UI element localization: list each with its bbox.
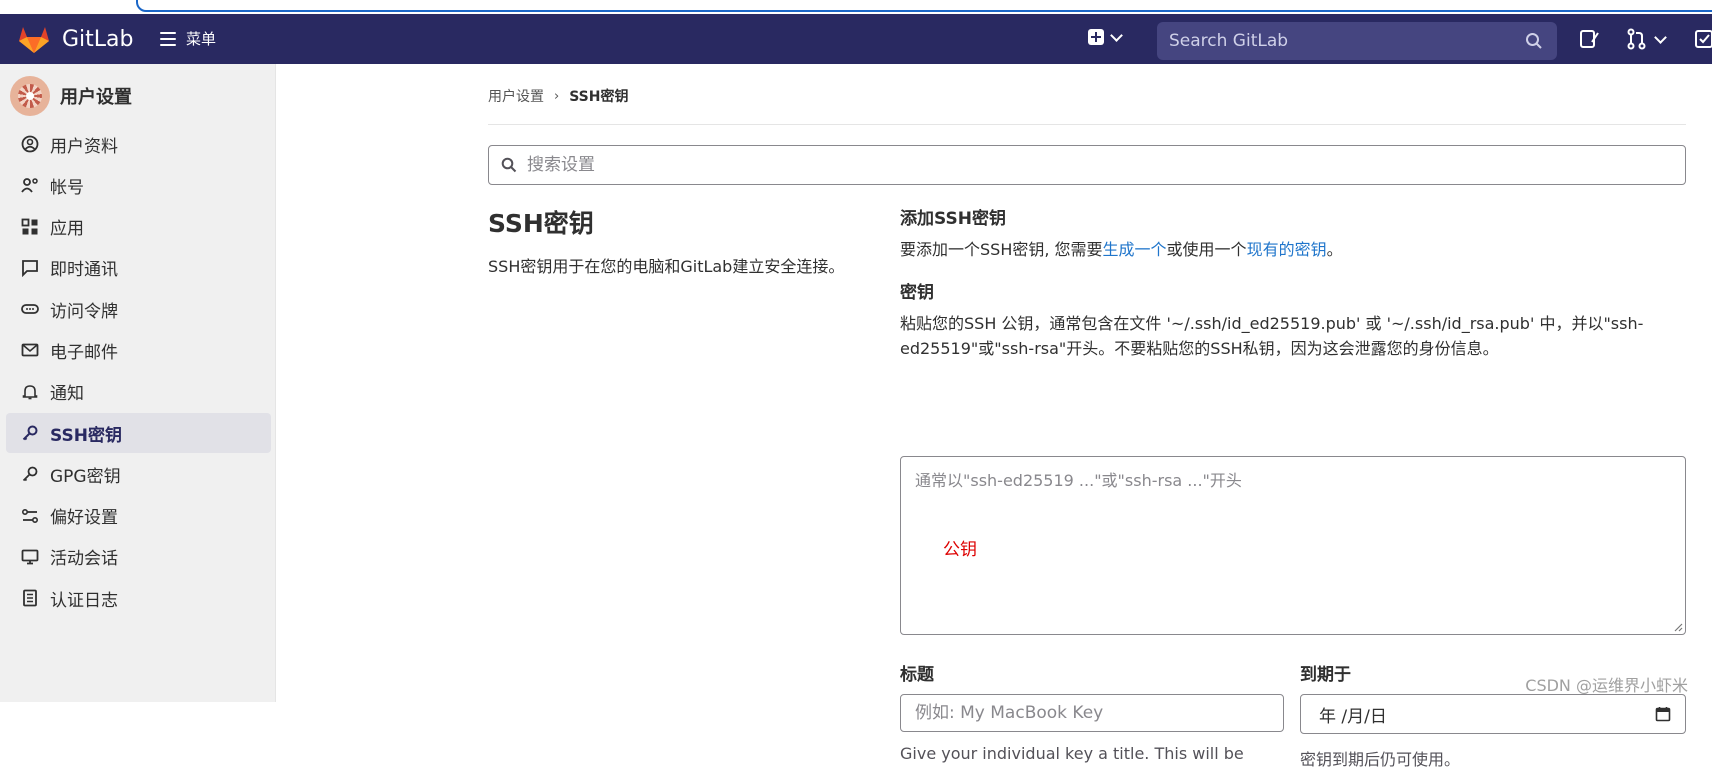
todo-icon [1695, 30, 1712, 48]
key-icon [20, 464, 40, 484]
generate-key-link[interactable]: 生成一个 [1103, 240, 1167, 259]
menu-button[interactable]: 菜单 [160, 28, 216, 49]
sidebar-item-applications[interactable]: 应用 [6, 207, 271, 247]
chevron-down-icon [1110, 28, 1123, 42]
url-field-outline[interactable] [136, 0, 1712, 12]
account-icon [20, 175, 40, 195]
preferences-icon [20, 506, 40, 526]
expires-date-value: 年 /月/日 [1319, 706, 1387, 727]
public-key-annotation: 公钥 [943, 540, 977, 560]
token-icon [20, 299, 40, 319]
menu-label: 菜单 [186, 30, 217, 48]
navbar-search-placeholder: Search GitLab [1169, 31, 1289, 51]
sidebar-item-label: 应用 [50, 219, 84, 240]
issues-button[interactable] [1578, 28, 1600, 50]
sidebar-item-chat[interactable]: 即时通讯 [6, 248, 271, 288]
mail-icon [20, 340, 40, 360]
breadcrumb-parent[interactable]: 用户设置 [488, 86, 544, 106]
monitor-icon [20, 547, 40, 567]
sidebar-item-label: SSH密钥 [50, 425, 122, 446]
search-icon [1526, 33, 1542, 49]
chat-icon [20, 258, 40, 278]
page-description: SSH密钥用于在您的电脑和GitLab建立安全连接。 [488, 257, 845, 276]
instructions-text: 。 [1326, 240, 1343, 259]
brand-name: GitLab [62, 26, 134, 52]
calendar-icon[interactable] [1655, 706, 1671, 722]
sidebar-item-label: 即时通讯 [50, 260, 118, 281]
page-title: SSH密钥 [488, 209, 594, 238]
sidebar-item-gpg-keys[interactable]: GPG密钥 [6, 454, 271, 494]
merge-request-icon [1627, 28, 1646, 50]
merge-requests-button[interactable] [1626, 28, 1667, 50]
chevron-down-icon [1654, 30, 1667, 44]
breadcrumb-current[interactable]: SSH密钥 [569, 86, 628, 106]
title-input[interactable] [900, 694, 1284, 732]
hamburger-icon [160, 31, 176, 46]
bell-icon [20, 382, 40, 402]
sidebar-title: 用户设置 [60, 87, 132, 108]
brand[interactable]: GitLab [18, 24, 134, 54]
key-help-text: 粘贴您的SSH 公钥，通常包含在文件 '~/.ssh/id_ed25519.pu… [900, 314, 1644, 358]
breadcrumb: 用户设置 › SSH密钥 [488, 86, 628, 106]
sidebar-item-label: GPG密钥 [50, 466, 121, 487]
browser-url-bar[interactable] [0, 0, 1712, 14]
sidebar-item-label: 帐号 [50, 177, 84, 198]
title-help-text: Give your individual key a title. This w… [900, 744, 1244, 763]
sidebar-item-access-tokens[interactable]: 访问令牌 [6, 289, 271, 329]
add-key-heading: 添加SSH密钥 [900, 209, 1006, 229]
divider [488, 124, 1686, 125]
todos-button[interactable] [1694, 28, 1712, 50]
existing-key-link[interactable]: 现有的密钥 [1247, 240, 1327, 259]
settings-search-input[interactable] [525, 154, 1685, 176]
settings-search[interactable] [488, 145, 1686, 185]
sidebar-item-label: 通知 [50, 384, 84, 405]
instructions-text: 要添加一个SSH密钥, 您需要 [900, 240, 1103, 259]
sidebar-item-account[interactable]: 帐号 [6, 165, 271, 205]
avatar [10, 76, 50, 116]
sidebar-item-preferences[interactable]: 偏好设置 [6, 496, 271, 536]
top-navbar: GitLab 菜单 Search GitLab [0, 14, 1712, 64]
sidebar-item-label: 偏好设置 [50, 508, 118, 529]
sidebar-item-label: 电子邮件 [50, 342, 118, 363]
key-textarea-wrapper[interactable]: 公钥 [900, 456, 1686, 635]
add-ssh-key-form: 添加SSH密钥 要添加一个SSH密钥, 您需要生成一个或使用一个现有的密钥。 密… [900, 204, 1686, 769]
sidebar-item-active-sessions[interactable]: 活动会话 [6, 537, 271, 577]
applications-icon [20, 217, 40, 237]
sidebar-item-ssh-keys[interactable]: SSH密钥 [6, 413, 271, 454]
log-icon [20, 588, 40, 608]
resize-handle-icon[interactable] [1673, 622, 1683, 632]
new-dropdown-button[interactable] [1088, 28, 1123, 45]
issues-icon [1580, 30, 1599, 48]
plus-square-icon [1088, 29, 1104, 45]
sidebar-item-profile[interactable]: 用户资料 [6, 124, 271, 164]
key-icon [20, 423, 40, 443]
profile-icon [20, 134, 40, 154]
sidebar-item-notifications[interactable]: 通知 [6, 372, 271, 412]
key-label: 密钥 [900, 283, 934, 303]
sidebar-item-label: 用户资料 [50, 136, 118, 157]
sidebar-header[interactable]: 用户设置 [10, 76, 132, 116]
expires-label: 到期于 [1300, 665, 1351, 685]
title-label: 标题 [900, 665, 934, 685]
settings-sidebar: 用户设置 用户资料 帐号 应用 即时通讯 访问令牌 电子邮件 通知 SSH密钥 … [0, 64, 276, 702]
sidebar-item-label: 认证日志 [50, 590, 118, 611]
search-icon [501, 157, 517, 173]
key-textarea[interactable] [901, 457, 1685, 634]
expires-date-input[interactable]: 年 /月/日 [1300, 694, 1686, 734]
watermark: CSDN @运维界小虾米 [1525, 676, 1688, 695]
sidebar-item-emails[interactable]: 电子邮件 [6, 330, 271, 370]
chevron-right-icon: › [554, 88, 560, 104]
sidebar-item-label: 活动会话 [50, 549, 118, 570]
section-intro: SSH密钥 SSH密钥用于在您的电脑和GitLab建立安全连接。 [488, 204, 848, 279]
gitlab-logo-icon [19, 27, 49, 53]
expires-help-text: 密钥到期后仍可使用。 [1300, 750, 1461, 769]
navbar-search[interactable]: Search GitLab [1157, 22, 1557, 60]
sidebar-item-authentication-log[interactable]: 认证日志 [6, 578, 271, 618]
instructions-text: 或使用一个 [1166, 240, 1247, 259]
sidebar-item-label: 访问令牌 [50, 301, 118, 322]
add-key-instructions: 要添加一个SSH密钥, 您需要生成一个或使用一个现有的密钥。 [900, 237, 1686, 262]
sidebar-menu: 用户资料 帐号 应用 即时通讯 访问令牌 电子邮件 通知 SSH密钥 GPG密钥… [6, 124, 271, 620]
